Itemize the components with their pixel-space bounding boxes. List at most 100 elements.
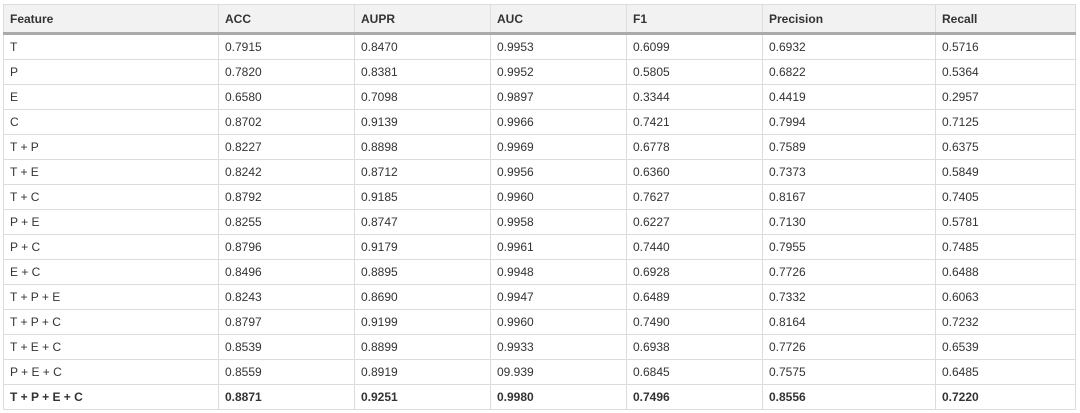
cell-auc: 0.9897	[490, 84, 627, 110]
cell-precision: 0.7994	[762, 109, 936, 135]
cell-precision: 0.7589	[762, 134, 936, 160]
table-row: P 0.7820 0.8381 0.9952 0.5805 0.6822 0.5…	[3, 59, 1076, 85]
table-body: T 0.7915 0.8470 0.9953 0.6099 0.6932 0.5…	[3, 33, 1076, 410]
cell-precision: 0.7373	[762, 159, 936, 185]
cell-aupr: 0.8690	[354, 284, 491, 310]
cell-recall: 0.6063	[935, 284, 1076, 310]
cell-aupr: 0.8898	[354, 134, 491, 160]
cell-aupr: 0.8712	[354, 159, 491, 185]
cell-recall: 0.5781	[935, 209, 1076, 235]
cell-auc: 0.9966	[490, 109, 627, 135]
cell-aupr: 0.8470	[354, 33, 491, 60]
cell-acc: 0.8797	[218, 309, 355, 335]
cell-f1: 0.7496	[626, 384, 763, 410]
cell-recall: 0.7232	[935, 309, 1076, 335]
cell-feature: T + P + E	[3, 284, 219, 310]
cell-auc: 0.9961	[490, 234, 627, 260]
cell-recall: 0.7220	[935, 384, 1076, 410]
cell-acc: 0.7820	[218, 59, 355, 85]
cell-precision: 0.7575	[762, 359, 936, 385]
cell-aupr: 0.8895	[354, 259, 491, 285]
cell-precision: 0.7726	[762, 334, 936, 360]
cell-aupr: 0.9179	[354, 234, 491, 260]
cell-f1: 0.7490	[626, 309, 763, 335]
results-table-container: Feature ACC AUPR AUC F1 Precision Recall…	[3, 4, 1076, 410]
cell-precision: 0.7130	[762, 209, 936, 235]
header-auc: AUC	[490, 4, 627, 35]
header-aupr: AUPR	[354, 4, 491, 35]
cell-f1: 0.7440	[626, 234, 763, 260]
cell-aupr: 0.8919	[354, 359, 491, 385]
cell-acc: 0.8702	[218, 109, 355, 135]
cell-acc: 0.8496	[218, 259, 355, 285]
cell-feature: T + P	[3, 134, 219, 160]
cell-acc: 0.8242	[218, 159, 355, 185]
cell-feature: C	[3, 109, 219, 135]
cell-auc: 0.9960	[490, 184, 627, 210]
cell-auc: 0.9952	[490, 59, 627, 85]
cell-recall: 0.7405	[935, 184, 1076, 210]
cell-recall: 0.6488	[935, 259, 1076, 285]
cell-precision: 0.8556	[762, 384, 936, 410]
table-row-best: T + P + E + C 0.8871 0.9251 0.9980 0.749…	[3, 384, 1076, 410]
cell-acc: 0.8796	[218, 234, 355, 260]
cell-feature: T + E + C	[3, 334, 219, 360]
cell-acc: 0.8559	[218, 359, 355, 385]
table-row: T + C 0.8792 0.9185 0.9960 0.7627 0.8167…	[3, 184, 1076, 210]
cell-acc: 0.8539	[218, 334, 355, 360]
cell-feature: E	[3, 84, 219, 110]
cell-precision: 0.6822	[762, 59, 936, 85]
cell-f1: 0.7627	[626, 184, 763, 210]
cell-acc: 0.8792	[218, 184, 355, 210]
cell-auc: 0.9958	[490, 209, 627, 235]
table-row: T + P + E 0.8243 0.8690 0.9947 0.6489 0.…	[3, 284, 1076, 310]
cell-precision: 0.7332	[762, 284, 936, 310]
cell-acc: 0.8227	[218, 134, 355, 160]
cell-feature: E + C	[3, 259, 219, 285]
cell-feature: T	[3, 33, 219, 60]
cell-feature: T + P + E + C	[3, 384, 219, 410]
table-row: E 0.6580 0.7098 0.9897 0.3344 0.4419 0.2…	[3, 84, 1076, 110]
cell-precision: 0.6932	[762, 33, 936, 60]
header-feature: Feature	[3, 4, 219, 35]
table-row: P + C 0.8796 0.9179 0.9961 0.7440 0.7955…	[3, 234, 1076, 260]
cell-recall: 0.5849	[935, 159, 1076, 185]
cell-auc: 0.9960	[490, 309, 627, 335]
cell-feature: P	[3, 59, 219, 85]
table-row: T + P + C 0.8797 0.9199 0.9960 0.7490 0.…	[3, 309, 1076, 335]
cell-precision: 0.7955	[762, 234, 936, 260]
cell-auc: 0.9947	[490, 284, 627, 310]
cell-feature: P + E + C	[3, 359, 219, 385]
table-row: T + E 0.8242 0.8712 0.9956 0.6360 0.7373…	[3, 159, 1076, 185]
header-precision: Precision	[762, 4, 936, 35]
cell-auc: 0.9933	[490, 334, 627, 360]
header-f1: F1	[626, 4, 763, 35]
cell-precision: 0.8164	[762, 309, 936, 335]
cell-f1: 0.7421	[626, 109, 763, 135]
results-table: Feature ACC AUPR AUC F1 Precision Recall…	[3, 4, 1076, 410]
table-row: T 0.7915 0.8470 0.9953 0.6099 0.6932 0.5…	[3, 33, 1076, 60]
cell-recall: 0.7485	[935, 234, 1076, 260]
cell-recall: 0.5716	[935, 33, 1076, 60]
cell-acc: 0.8243	[218, 284, 355, 310]
cell-f1: 0.5805	[626, 59, 763, 85]
cell-recall: 0.2957	[935, 84, 1076, 110]
cell-f1: 0.6778	[626, 134, 763, 160]
cell-f1: 0.6099	[626, 33, 763, 60]
cell-aupr: 0.9251	[354, 384, 491, 410]
cell-feature: T + P + C	[3, 309, 219, 335]
cell-feature: P + E	[3, 209, 219, 235]
cell-recall: 0.7125	[935, 109, 1076, 135]
cell-recall: 0.6485	[935, 359, 1076, 385]
cell-precision: 0.7726	[762, 259, 936, 285]
cell-auc: 09.939	[490, 359, 627, 385]
table-row: T + E + C 0.8539 0.8899 0.9933 0.6938 0.…	[3, 334, 1076, 360]
cell-aupr: 0.8381	[354, 59, 491, 85]
table-row: E + C 0.8496 0.8895 0.9948 0.6928 0.7726…	[3, 259, 1076, 285]
header-acc: ACC	[218, 4, 355, 35]
cell-precision: 0.4419	[762, 84, 936, 110]
cell-f1: 0.3344	[626, 84, 763, 110]
header-row: Feature ACC AUPR AUC F1 Precision Recall	[3, 4, 1076, 35]
cell-acc: 0.7915	[218, 33, 355, 60]
table-row: P + E 0.8255 0.8747 0.9958 0.6227 0.7130…	[3, 209, 1076, 235]
